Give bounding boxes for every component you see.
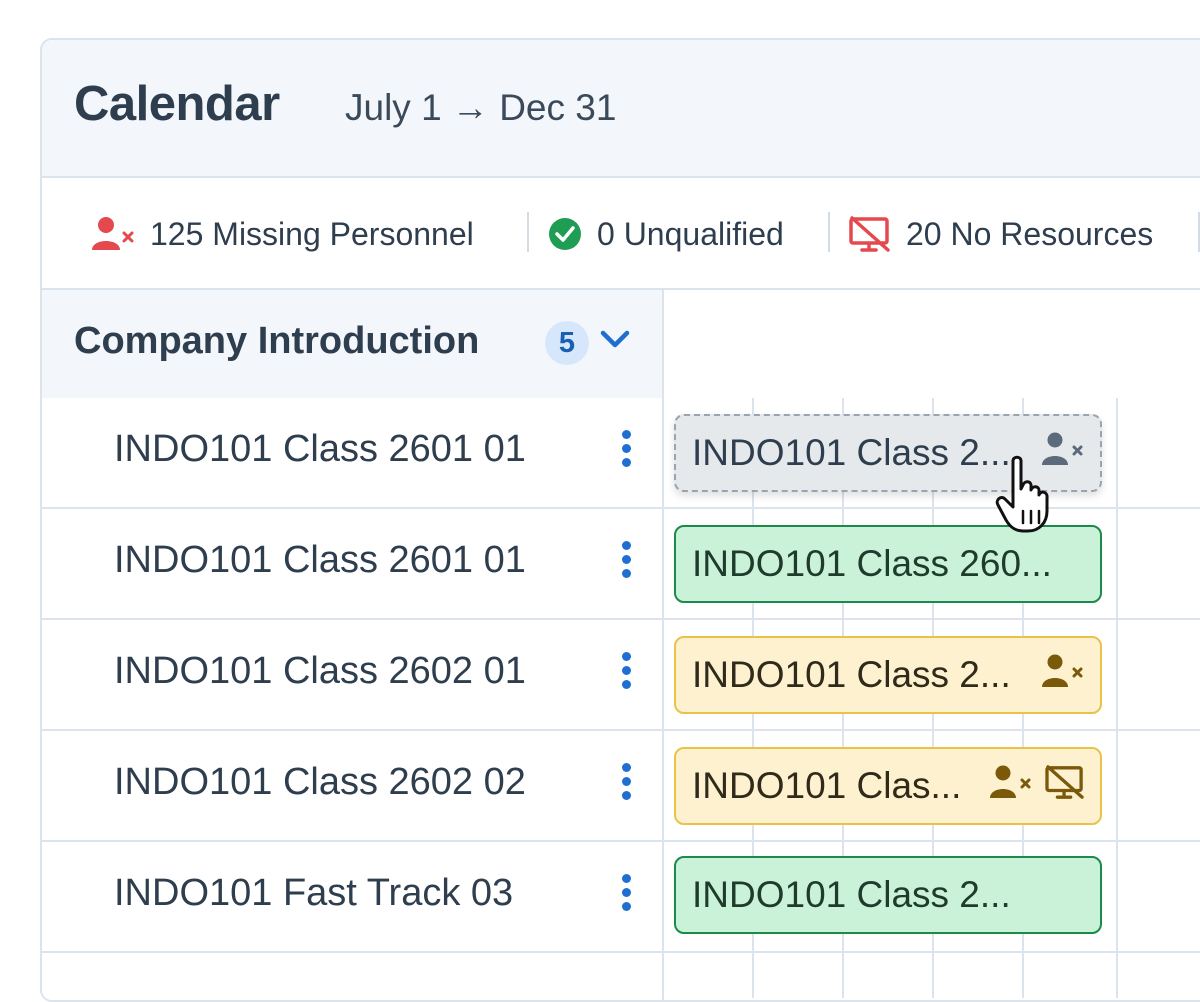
group-title: Company Introduction [74, 320, 480, 362]
calendar-header: Calendar July 1 → Dec 31 [42, 40, 1200, 178]
missing-person-icon [92, 216, 136, 252]
event-bar-label: INDO101 Clas... [692, 765, 962, 806]
event-bar-warning[interactable]: INDO101 Class 2... [674, 636, 1102, 714]
status-divider [527, 212, 529, 252]
grid-line [1116, 398, 1118, 998]
status-divider [828, 212, 830, 252]
more-options-icon[interactable] [620, 763, 632, 807]
row-label: INDO101 Class 2601 01 [114, 428, 526, 470]
group-count-badge: 5 [545, 321, 589, 365]
page-title: Calendar [74, 77, 280, 131]
event-bar-label: INDO101 Class 2... [692, 874, 1011, 915]
status-missing-personnel[interactable]: 125 Missing Personnel [92, 214, 474, 254]
event-bar-warning[interactable]: INDO101 Clas... [674, 747, 1102, 825]
more-options-icon[interactable] [620, 541, 632, 585]
check-circle-icon [547, 216, 583, 252]
hand-cursor-icon [995, 455, 1065, 540]
no-resource-icon [1044, 764, 1086, 809]
status-summary-bar: 125 Missing Personnel 0 Unqualified 20 N… [42, 178, 1200, 290]
row-label: INDO101 Fast Track 03 [114, 872, 514, 914]
more-options-icon[interactable] [620, 430, 632, 474]
chevron-down-icon[interactable] [599, 328, 631, 355]
status-unqualified[interactable]: 0 Unqualified [547, 214, 784, 254]
missing-person-icon [1042, 654, 1086, 697]
timeline-header [664, 290, 1200, 400]
status-no-resources[interactable]: 20 No Resources [848, 214, 1153, 254]
no-resources-label: 20 No Resources [906, 215, 1154, 252]
event-bar-label: INDO101 Class 2... [692, 654, 1011, 695]
no-resource-icon [848, 215, 892, 253]
date-range[interactable]: July 1 → Dec 31 [345, 87, 616, 129]
row-label: INDO101 Class 2601 01 [114, 539, 526, 581]
event-bar-label: INDO101 Class 260... [692, 543, 1052, 584]
group-header[interactable]: Company Introduction 5 [42, 290, 664, 400]
row-label: INDO101 Class 2602 02 [114, 761, 526, 803]
row-label: INDO101 Class 2602 01 [114, 650, 526, 692]
missing-personnel-label: 125 Missing Personnel [150, 215, 474, 252]
event-bar[interactable]: INDO101 Class 2... [674, 856, 1102, 934]
more-options-icon[interactable] [620, 652, 632, 696]
more-options-icon[interactable] [620, 874, 632, 918]
unqualified-label: 0 Unqualified [597, 215, 784, 252]
missing-person-icon [990, 765, 1034, 808]
event-bar-label: INDO101 Class 2... [692, 432, 1011, 473]
